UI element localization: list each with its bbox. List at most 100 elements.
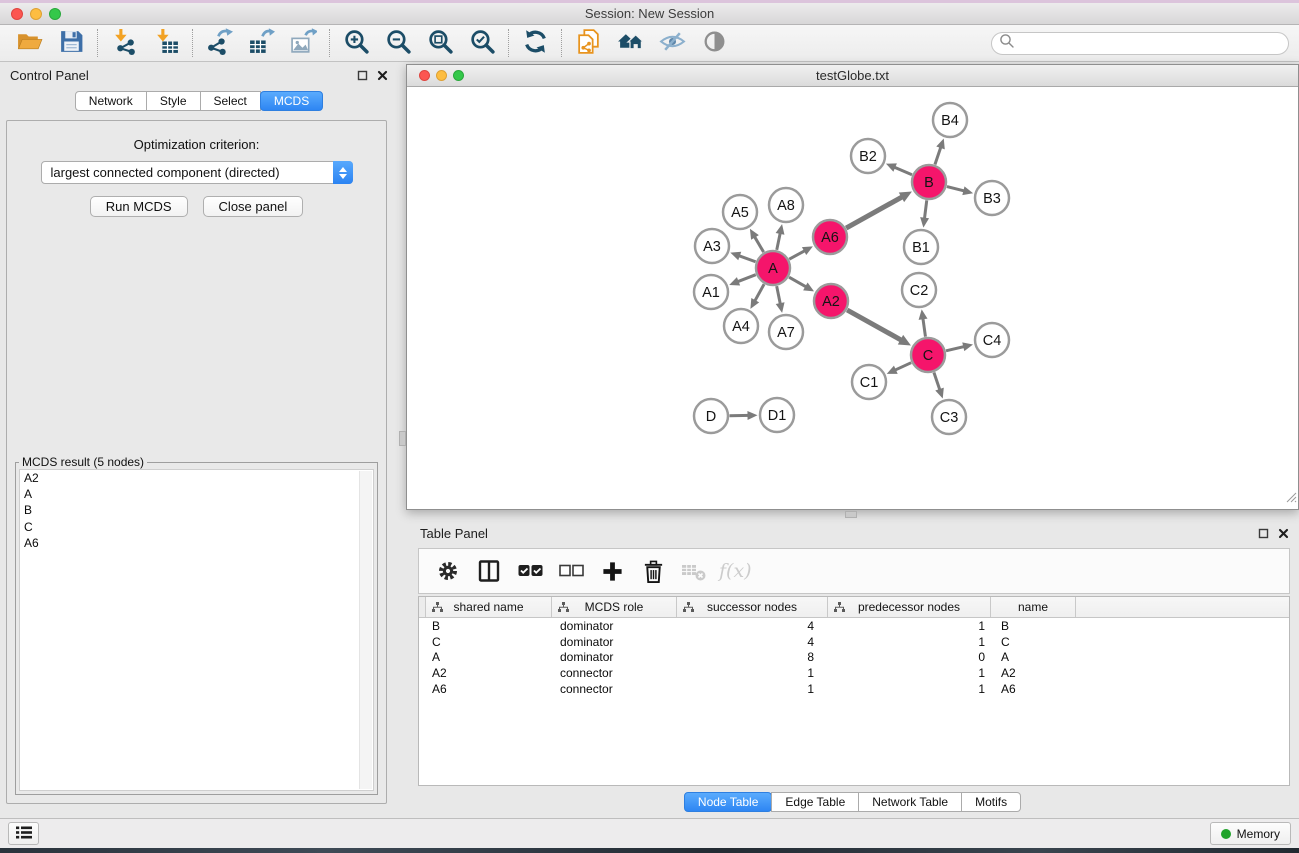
network-node-A3[interactable]: A3 bbox=[695, 229, 729, 263]
network-node-B4[interactable]: B4 bbox=[933, 103, 967, 137]
cell-successor-nodes[interactable]: 4 bbox=[677, 635, 828, 649]
close-panel-icon[interactable] bbox=[377, 70, 388, 81]
cell-name[interactable]: A6 bbox=[991, 682, 1076, 696]
edge-C-C1[interactable] bbox=[894, 363, 911, 371]
column-header-successor-nodes[interactable]: successor nodes bbox=[677, 597, 828, 617]
search-input[interactable] bbox=[1015, 36, 1281, 50]
mcds-result-list[interactable]: A2ABCA6 bbox=[19, 469, 374, 791]
zoom-in-button[interactable] bbox=[335, 27, 377, 59]
edge-A6-B[interactable] bbox=[846, 196, 903, 228]
network-node-A[interactable]: A bbox=[756, 251, 790, 285]
network-node-B3[interactable]: B3 bbox=[975, 181, 1009, 215]
minimize-window-icon[interactable] bbox=[30, 8, 42, 20]
edge-A-A1[interactable] bbox=[737, 275, 756, 282]
close-window-icon[interactable] bbox=[11, 8, 23, 20]
edge-B-B1[interactable] bbox=[924, 200, 926, 219]
cell-shared-name[interactable]: C bbox=[426, 635, 552, 649]
edge-B-B3[interactable] bbox=[947, 187, 965, 192]
dock-splitter-handle[interactable] bbox=[399, 431, 406, 446]
network-node-A1[interactable]: A1 bbox=[694, 275, 728, 309]
delete-column-button[interactable] bbox=[640, 557, 666, 585]
unselect-all-button[interactable] bbox=[558, 557, 584, 585]
edge-A-A6[interactable] bbox=[789, 250, 806, 259]
network-node-A6[interactable]: A6 bbox=[813, 220, 847, 254]
network-node-C2[interactable]: C2 bbox=[902, 273, 936, 307]
mcds-result-item[interactable]: C bbox=[20, 519, 373, 535]
cell-successor-nodes[interactable]: 4 bbox=[677, 619, 828, 633]
network-canvas[interactable]: B4B2BB3A5A8A6B1A3AA1C2A2A4A7C4CC1C3DD1 bbox=[407, 88, 1298, 509]
gear-button[interactable] bbox=[435, 557, 461, 585]
zoom-fit-button[interactable] bbox=[419, 27, 461, 59]
network-node-B1[interactable]: B1 bbox=[904, 230, 938, 264]
cell-name[interactable]: C bbox=[991, 635, 1076, 649]
criterion-dropdown[interactable]: largest connected component (directed) bbox=[41, 161, 353, 184]
cell-successor-nodes[interactable]: 8 bbox=[677, 650, 828, 664]
tab-mcds[interactable]: MCDS bbox=[260, 91, 323, 111]
cell-predecessor-nodes[interactable]: 1 bbox=[828, 635, 991, 649]
network-window-titlebar[interactable]: testGlobe.txt bbox=[407, 65, 1298, 87]
mcds-result-item[interactable]: A6 bbox=[20, 535, 373, 551]
edge-A-A7[interactable] bbox=[777, 286, 781, 305]
edge-C-C4[interactable] bbox=[946, 346, 965, 351]
tab-edge-table[interactable]: Edge Table bbox=[771, 792, 859, 812]
close-panel-button[interactable]: Close panel bbox=[203, 196, 304, 217]
network-node-A8[interactable]: A8 bbox=[769, 188, 803, 222]
cell-shared-name[interactable]: A6 bbox=[426, 682, 552, 696]
result-list-scrollbar[interactable] bbox=[359, 471, 372, 789]
cell-MCDS-role[interactable]: dominator bbox=[552, 650, 677, 664]
edge-A-A5[interactable] bbox=[754, 236, 764, 252]
edge-A-A8[interactable] bbox=[777, 232, 781, 250]
network-node-C1[interactable]: C1 bbox=[852, 365, 886, 399]
home-button[interactable] bbox=[609, 27, 651, 59]
table-row-A6[interactable]: A6connector11A6 bbox=[419, 681, 1289, 697]
dropdown-stepper-icon[interactable] bbox=[333, 161, 353, 184]
cell-predecessor-nodes[interactable]: 0 bbox=[828, 650, 991, 664]
export-image-button[interactable] bbox=[282, 27, 324, 59]
mcds-result-item[interactable]: B bbox=[20, 502, 373, 518]
cell-predecessor-nodes[interactable]: 1 bbox=[828, 619, 991, 633]
cell-shared-name[interactable]: B bbox=[426, 619, 552, 633]
import-table-button[interactable] bbox=[145, 27, 187, 59]
export-network-button[interactable] bbox=[198, 27, 240, 59]
tab-select[interactable]: Select bbox=[200, 91, 261, 111]
edge-A2-C[interactable] bbox=[847, 310, 902, 341]
edge-A-A4[interactable] bbox=[754, 284, 764, 302]
column-header-shared-name[interactable]: shared name bbox=[426, 597, 552, 617]
zoom-out-button[interactable] bbox=[377, 27, 419, 59]
cell-MCDS-role[interactable]: dominator bbox=[552, 619, 677, 633]
cell-shared-name[interactable]: A2 bbox=[426, 666, 552, 680]
table-row-C[interactable]: Cdominator41C bbox=[419, 634, 1289, 650]
tab-network[interactable]: Network bbox=[75, 91, 147, 111]
edge-C-C3[interactable] bbox=[934, 373, 940, 391]
edge-C-C2[interactable] bbox=[923, 317, 926, 336]
zoom-selected-button[interactable] bbox=[461, 27, 503, 59]
network-node-B2[interactable]: B2 bbox=[851, 139, 885, 173]
network-close-icon[interactable] bbox=[419, 70, 430, 81]
table-row-A2[interactable]: A2connector11A2 bbox=[419, 665, 1289, 681]
network-node-B[interactable]: B bbox=[912, 165, 946, 199]
import-network-button[interactable] bbox=[103, 27, 145, 59]
network-node-C3[interactable]: C3 bbox=[932, 400, 966, 434]
network-node-C[interactable]: C bbox=[911, 338, 945, 372]
edge-A-A3[interactable] bbox=[738, 255, 756, 261]
run-mcds-button[interactable]: Run MCDS bbox=[90, 196, 188, 217]
tab-node-table[interactable]: Node Table bbox=[684, 792, 773, 812]
cell-successor-nodes[interactable]: 1 bbox=[677, 682, 828, 696]
cell-name[interactable]: A bbox=[991, 650, 1076, 664]
cell-shared-name[interactable]: A bbox=[426, 650, 552, 664]
cell-name[interactable]: B bbox=[991, 619, 1076, 633]
birdseye-button[interactable] bbox=[693, 27, 735, 59]
window-resize-grip[interactable] bbox=[1285, 490, 1297, 508]
memory-button[interactable]: Memory bbox=[1210, 822, 1291, 845]
float-panel-icon[interactable] bbox=[357, 70, 368, 81]
hide-panel-button[interactable] bbox=[651, 27, 693, 59]
column-header-MCDS-role[interactable]: MCDS role bbox=[552, 597, 677, 617]
save-session-button[interactable] bbox=[50, 27, 92, 59]
table-close-panel-icon[interactable] bbox=[1278, 528, 1289, 539]
tab-network-table[interactable]: Network Table bbox=[858, 792, 962, 812]
add-column-button[interactable] bbox=[599, 557, 625, 585]
table-row-B[interactable]: Bdominator41B bbox=[419, 618, 1289, 634]
edge-B-B2[interactable] bbox=[893, 167, 912, 175]
export-table-button[interactable] bbox=[240, 27, 282, 59]
network-node-A4[interactable]: A4 bbox=[724, 309, 758, 343]
